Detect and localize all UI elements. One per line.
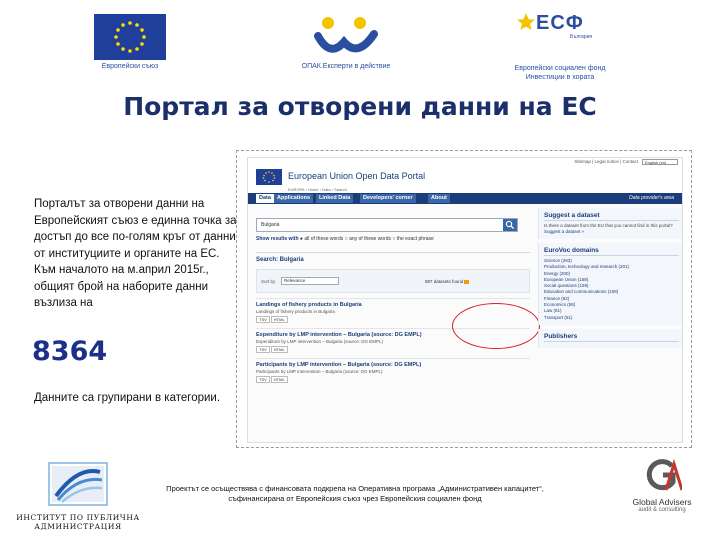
show-results-label: Show results with — [256, 236, 299, 242]
esf-sub: България — [570, 34, 593, 40]
tab-about[interactable]: About — [428, 194, 450, 203]
portal-search-input[interactable]: Bulgaria — [256, 218, 518, 232]
portal-util-links[interactable]: Sitemap | Legal notice | Contact — [574, 159, 638, 164]
ga-monogram-icon — [646, 458, 684, 491]
portal-nav: Data Applications Linked Data Developers… — [248, 193, 682, 204]
result-title[interactable]: Participants by LMP intervention – Bulga… — [256, 362, 530, 368]
esf-caption: Европейски социален фонд Инвестиции в хо… — [500, 64, 620, 82]
format-badge[interactable]: HTML — [270, 376, 288, 383]
sort-label: Sort by — [261, 279, 276, 284]
ga-subtitle: audit & consulting — [638, 507, 686, 513]
eurovoc-box: EuroVoc domains Science (283) Production… — [538, 243, 682, 325]
search-heading: Search: Bulgaria — [256, 257, 304, 263]
intro-text: Порталът за отворени данни на Европейски… — [34, 198, 237, 309]
suggest-box: Suggest a dataset Is there a dataset fro… — [538, 208, 682, 239]
portal-name[interactable]: European Union Open Data Portal — [288, 171, 425, 181]
search-options: Show results with ● all of these words ○… — [256, 236, 530, 242]
search-icon — [505, 220, 514, 229]
ipa-emblem-icon — [48, 462, 108, 506]
format-badge[interactable]: HTML — [270, 346, 288, 353]
result-formats: TSV HTML — [256, 376, 530, 383]
sort-bar: Sort by Relevance 887 datasets found — [256, 269, 530, 293]
global-advisers-logo: Global Advisers audit & consulting — [612, 458, 712, 522]
format-badge[interactable]: TSV — [256, 316, 270, 323]
tab-linked-data[interactable]: Linked Data — [316, 194, 354, 203]
star-icon — [517, 13, 535, 30]
opak-logo-caption: ОПАК.Експерти в действие — [301, 63, 391, 70]
portal-header: European Union Open Data Portal — [248, 165, 682, 187]
eurovoc-item[interactable]: Transport (51) — [544, 315, 679, 321]
eurovoc-heading: EuroVoc domains — [544, 247, 679, 256]
datasets-found[interactable]: 887 datasets found — [425, 279, 470, 284]
esf-logo: ЕСФ България Европейски социален фонд Ин… — [500, 8, 620, 82]
eu-logo: Европейски съюз — [92, 14, 168, 76]
portal-eu-flag-icon — [256, 169, 282, 185]
format-badge[interactable]: TSV — [256, 376, 270, 383]
format-badge[interactable]: TSV — [256, 346, 270, 353]
search-button[interactable] — [503, 219, 517, 231]
suggest-heading: Suggest a dataset — [544, 212, 679, 221]
data-provider-link[interactable]: Data provider's area — [629, 195, 674, 201]
footer-note: Проектът се осъществява с финансовата по… — [166, 484, 544, 503]
ipa-caption: ИНСТИТУТ ПО ПУБЛИЧНА АДМИНИСТРАЦИЯ — [16, 513, 140, 531]
radio-exact-phrase[interactable]: ○ the exact phrase — [392, 236, 433, 242]
portal-screenshot: Sitemap | Legal notice | Contact English… — [247, 157, 683, 443]
publishers-heading[interactable]: Publishers — [544, 333, 679, 342]
ga-name: Global Advisers — [632, 497, 692, 507]
portal-screenshot-frame: Sitemap | Legal notice | Contact English… — [236, 150, 692, 448]
portal-sidebar: Suggest a dataset Is there a dataset fro… — [538, 208, 682, 442]
ipa-logo: ИНСТИТУТ ПО ПУБЛИЧНА АДМИНИСТРАЦИЯ — [16, 462, 140, 534]
eu-flag-icon — [94, 14, 166, 60]
tab-data[interactable]: Data — [256, 194, 274, 203]
format-badge[interactable]: HTML — [270, 316, 288, 323]
publishers-box: Publishers — [538, 328, 682, 348]
page-title: Портал за отворени данни на ЕС — [123, 92, 597, 121]
esf-mark: ЕСФ — [536, 12, 584, 34]
rss-icon[interactable] — [464, 279, 470, 284]
outro-text: Данните са групирани в категории. — [34, 392, 221, 404]
divider — [256, 252, 530, 253]
tab-developers-corner[interactable]: Developers' corner — [360, 194, 416, 203]
sort-select[interactable]: Relevance — [281, 277, 339, 285]
ipa-caption-line-1: ИНСТИТУТ ПО ПУБЛИЧНА — [16, 513, 140, 522]
tab-applications[interactable]: Applications — [274, 194, 314, 203]
eurovoc-list: Science (283) Production, technology and… — [544, 258, 679, 321]
ipa-caption-line-2: АДМИНИСТРАЦИЯ — [34, 522, 122, 531]
radio-any-words[interactable]: ○ any of these words — [345, 236, 391, 242]
esf-caption-line-1: Европейски социален фонд — [514, 65, 606, 72]
radio-all-words[interactable]: ● all of these words — [300, 236, 343, 242]
search-query: Bulgaria — [261, 222, 280, 228]
opak-figures-icon — [314, 17, 378, 53]
esf-caption-line-2: Инвестиции в хората — [525, 74, 595, 81]
suggest-link[interactable]: Suggest a dataset » — [544, 229, 679, 235]
eu-logo-caption: Европейски съюз — [101, 63, 159, 70]
result-item[interactable]: Participants by LMP intervention – Bulga… — [256, 358, 530, 383]
highlight-oval — [452, 303, 540, 349]
opak-logo: ОПАК.Експерти в действие — [296, 14, 396, 74]
result-desc: Participants by LMP intervention – Bulga… — [256, 369, 383, 374]
portal-util-bar: Sitemap | Legal notice | Contact English… — [248, 158, 682, 165]
dataset-count: 8364 — [32, 336, 108, 367]
